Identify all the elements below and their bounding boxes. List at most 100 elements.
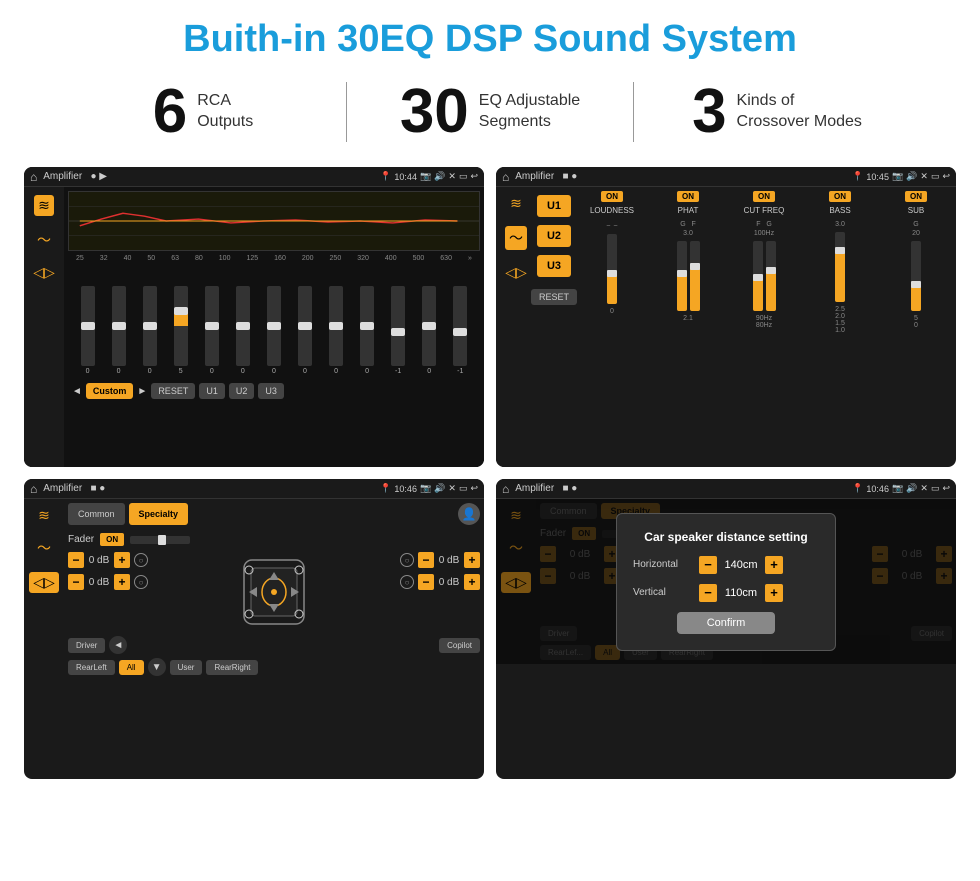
fader-btn-copilot[interactable]: Copilot xyxy=(439,638,480,653)
fader-plus-2[interactable]: + xyxy=(114,574,130,590)
eq-slider-track-9[interactable] xyxy=(329,286,343,366)
eq-preset-custom[interactable]: Custom xyxy=(86,383,134,399)
eq-sidebar-icon-wave[interactable]: 〜 xyxy=(37,230,51,250)
dialog-back-icon[interactable]: ↩ xyxy=(942,483,950,494)
eq-u1-btn[interactable]: U1 xyxy=(199,383,225,399)
crossover-sub-slider[interactable] xyxy=(911,241,921,311)
eq-slider-track-3[interactable] xyxy=(143,286,157,366)
crossover-back-icon[interactable]: ↩ xyxy=(942,171,950,182)
eq-slider-track-1[interactable] xyxy=(81,286,95,366)
crossover-loudness-on[interactable]: ON xyxy=(601,191,623,202)
eq-thumb-8[interactable] xyxy=(298,322,312,330)
eq-slider-track-10[interactable] xyxy=(360,286,374,366)
fader-sidebar-eq[interactable]: ≋ xyxy=(38,507,50,524)
page-title: Buith-in 30EQ DSP Sound System xyxy=(0,0,980,71)
crossover-sidebar-wave[interactable]: 〜 xyxy=(505,226,527,250)
dialog-horizontal-minus[interactable]: − xyxy=(699,556,717,574)
eq-thumb-10[interactable] xyxy=(360,322,374,330)
fader-minus-1[interactable]: − xyxy=(68,552,84,568)
eq-slider-track-6[interactable] xyxy=(236,286,250,366)
fader-btn-rearright[interactable]: RearRight xyxy=(206,660,258,675)
fader-back-icon[interactable]: ↩ xyxy=(470,483,478,494)
eq-thumb-4[interactable] xyxy=(174,307,188,315)
eq-thumb-12[interactable] xyxy=(422,322,436,330)
fader-arrow-left[interactable]: ◄ xyxy=(109,636,127,654)
eq-thumb-9[interactable] xyxy=(329,322,343,330)
eq-slider-track-11[interactable] xyxy=(391,286,405,366)
eq-sidebar-icon-vol[interactable]: ◁▷ xyxy=(33,264,55,281)
fader-sidebar-vol[interactable]: ◁▷ xyxy=(29,572,59,593)
crossover-cutfreq-slider-g[interactable] xyxy=(766,241,776,311)
eq-u2-btn[interactable]: U2 xyxy=(229,383,255,399)
dialog-vertical-minus[interactable]: − xyxy=(699,584,717,602)
fader-sidebar-wave[interactable]: 〜 xyxy=(37,538,51,558)
fader-plus-3[interactable]: + xyxy=(464,552,480,568)
fader-arrow-down[interactable]: ▼ xyxy=(148,658,166,676)
fader-right-controls: ○ − 0 dB + ○ − 0 dB + xyxy=(400,552,480,632)
fader-on-toggle[interactable]: ON xyxy=(100,533,124,546)
crossover-sidebar-eq[interactable]: ≋ xyxy=(510,195,522,212)
eq-thumb-3[interactable] xyxy=(143,322,157,330)
fader-minus-4[interactable]: − xyxy=(418,574,434,590)
eq-sidebar-icon-eq[interactable]: ≋ xyxy=(34,195,54,216)
eq-thumb-6[interactable] xyxy=(236,322,250,330)
dialog-confirm-button[interactable]: Confirm xyxy=(677,612,776,634)
crossover-u1-btn[interactable]: U1 xyxy=(537,195,571,217)
fader-slider-thumb[interactable] xyxy=(158,535,166,545)
eq-slider-track-8[interactable] xyxy=(298,286,312,366)
dialog-horizontal-plus[interactable]: + xyxy=(765,556,783,574)
crossover-sidebar-vol[interactable]: ◁▷ xyxy=(505,264,527,281)
freq-100: 100 xyxy=(219,255,231,262)
eq-prev-arrow[interactable]: ◄ xyxy=(72,386,82,397)
eq-reset-btn[interactable]: RESET xyxy=(151,383,195,399)
eq-slider-track-5[interactable] xyxy=(205,286,219,366)
crossover-phat-slider-f[interactable] xyxy=(690,241,700,311)
crossover-home-icon[interactable]: ⌂ xyxy=(502,170,509,184)
fader-btn-rearleft[interactable]: RearLeft xyxy=(68,660,115,675)
dialog-vertical-plus[interactable]: + xyxy=(765,584,783,602)
eq-thumb-13[interactable] xyxy=(453,328,467,336)
crossover-bass-on[interactable]: ON xyxy=(829,191,851,202)
crossover-sub-on[interactable]: ON xyxy=(905,191,927,202)
eq-thumb-2[interactable] xyxy=(112,322,126,330)
crossover-cutfreq-on[interactable]: ON xyxy=(753,191,775,202)
fader-minus-2[interactable]: − xyxy=(68,574,84,590)
crossover-loudness-slider[interactable] xyxy=(607,234,617,304)
crossover-u3-btn[interactable]: U3 xyxy=(537,255,571,277)
fader-tab-common[interactable]: Common xyxy=(68,503,125,525)
fader-speaker-1: ○ xyxy=(134,553,148,567)
eq-slider-track-12[interactable] xyxy=(422,286,436,366)
eq-u3-btn[interactable]: U3 xyxy=(258,383,284,399)
eq-slider-track-4[interactable] xyxy=(174,286,188,366)
fader-btn-all[interactable]: All xyxy=(119,660,144,675)
fader-home-icon[interactable]: ⌂ xyxy=(30,482,37,496)
fader-btn-driver[interactable]: Driver xyxy=(68,638,105,653)
fader-minus-3[interactable]: − xyxy=(418,552,434,568)
eq-slider-track-13[interactable] xyxy=(453,286,467,366)
fader-btn-user[interactable]: User xyxy=(170,660,203,675)
fader-tab-specialty[interactable]: Specialty xyxy=(129,503,189,525)
crossover-reset-btn[interactable]: RESET xyxy=(531,289,577,305)
eq-thumb-1[interactable] xyxy=(81,322,95,330)
eq-slider-track-2[interactable] xyxy=(112,286,126,366)
eq-slider-track-7[interactable] xyxy=(267,286,281,366)
fader-profile-icon[interactable]: 👤 xyxy=(458,503,480,525)
crossover-u2-btn[interactable]: U2 xyxy=(537,225,571,247)
crossover-phat-slider-g[interactable] xyxy=(677,241,687,311)
eq-camera-icon: 📷 xyxy=(420,171,431,182)
eq-thumb-7[interactable] xyxy=(267,322,281,330)
eq-thumb-5[interactable] xyxy=(205,322,219,330)
fader-plus-1[interactable]: + xyxy=(114,552,130,568)
fader-left-sidebar: ≋ 〜 ◁▷ xyxy=(24,499,64,680)
crossover-cutfreq-slider-f[interactable] xyxy=(753,241,763,311)
fader-plus-4[interactable]: + xyxy=(464,574,480,590)
dialog-title: Amplifier ■ ● xyxy=(515,483,852,494)
eq-next-arrow[interactable]: ► xyxy=(137,386,147,397)
crossover-bass-slider[interactable] xyxy=(835,232,845,302)
eq-back-icon[interactable]: ↩ xyxy=(470,171,478,182)
fader-horizontal-slider[interactable] xyxy=(130,536,190,544)
dialog-home-icon[interactable]: ⌂ xyxy=(502,482,509,496)
crossover-phat-on[interactable]: ON xyxy=(677,191,699,202)
eq-thumb-11[interactable] xyxy=(391,328,405,336)
eq-home-icon[interactable]: ⌂ xyxy=(30,170,37,184)
